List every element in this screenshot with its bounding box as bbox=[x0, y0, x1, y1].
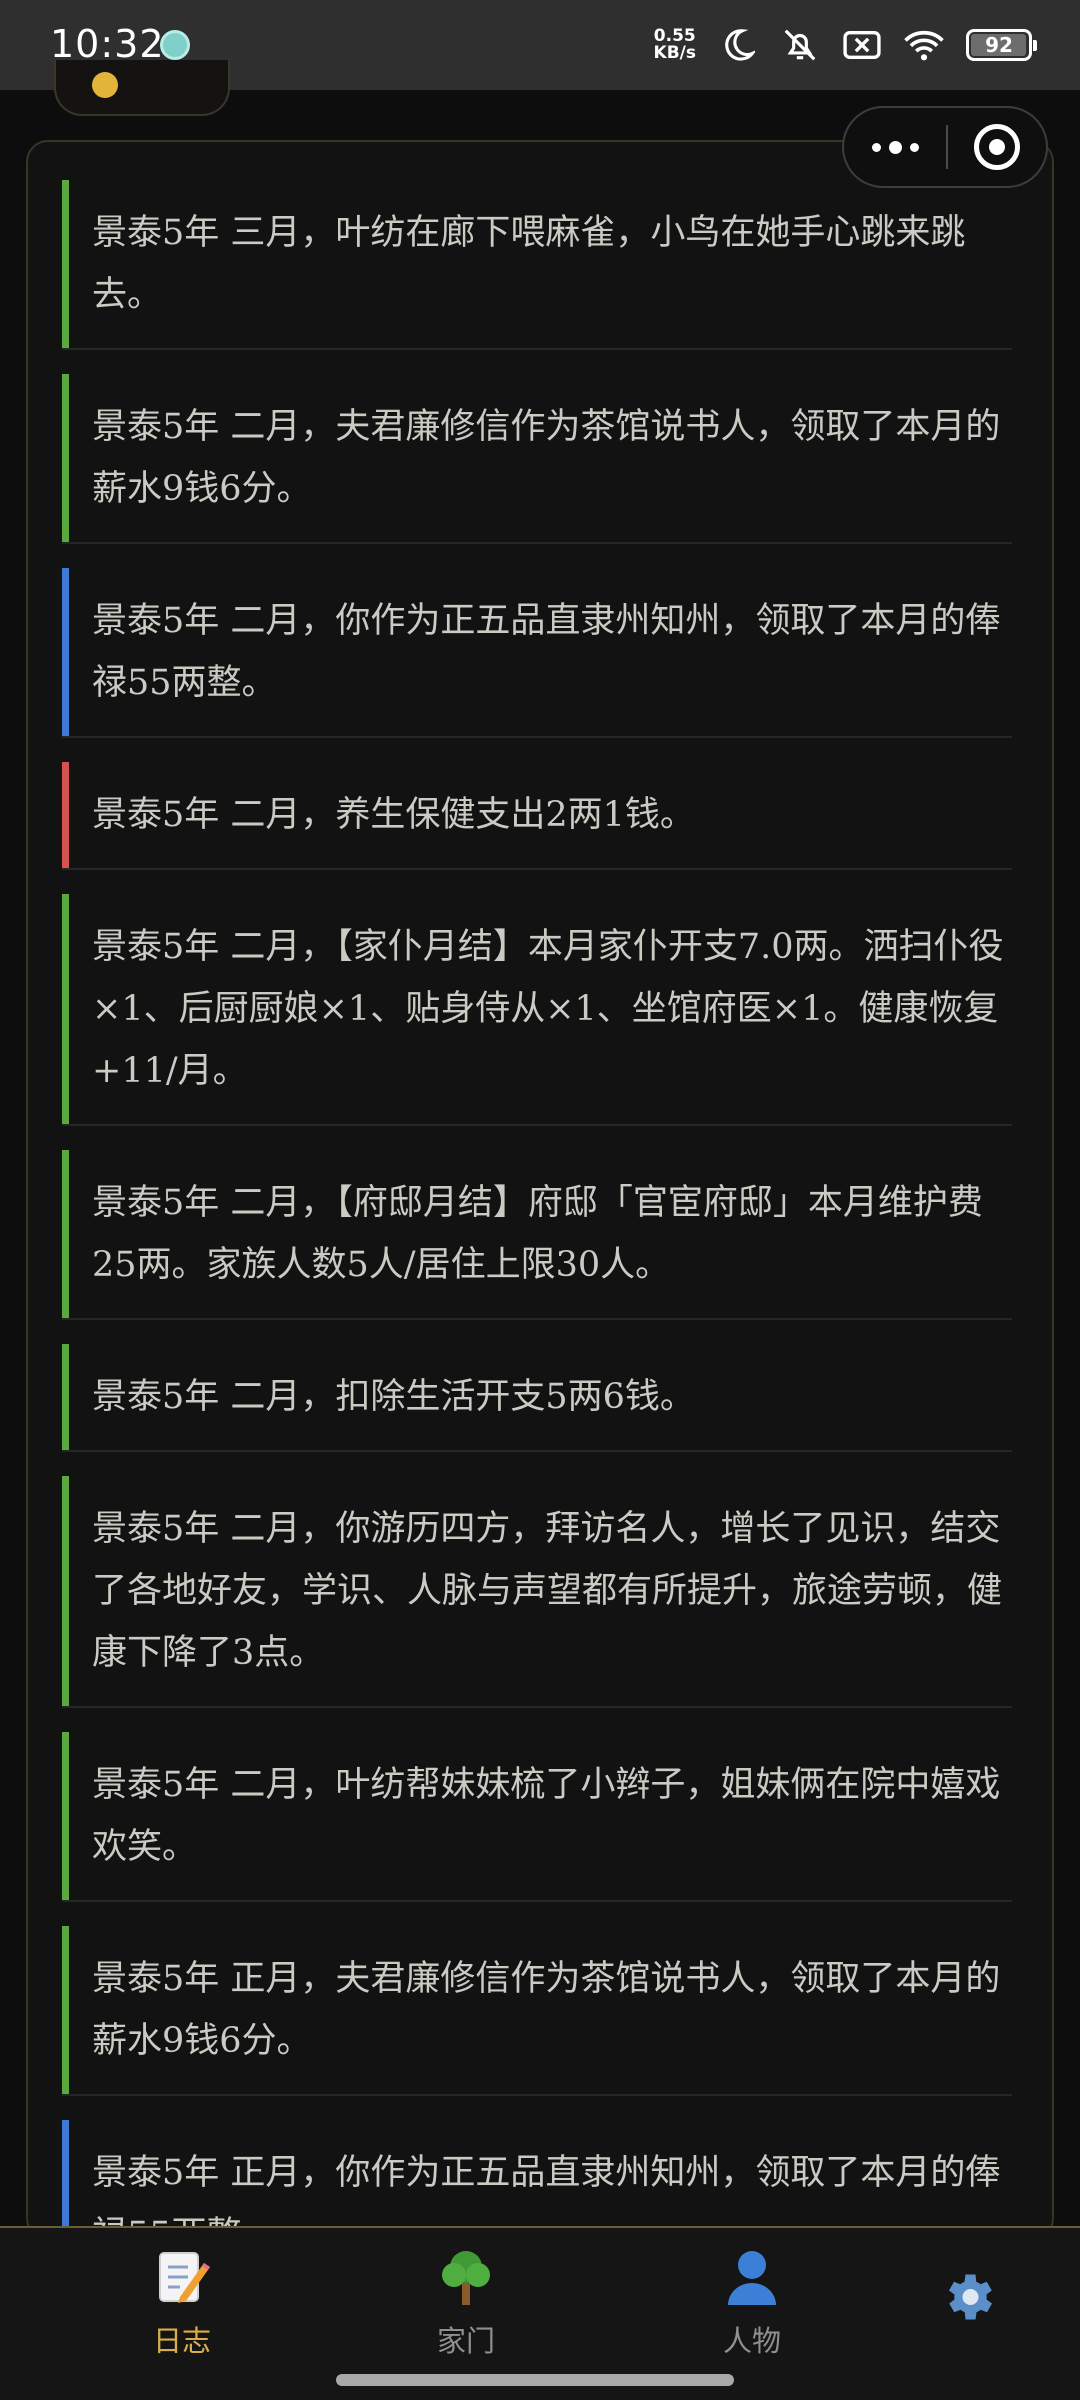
nav-label-people: 人物 bbox=[722, 2324, 781, 2358]
nav-label-log: 日志 bbox=[152, 2324, 211, 2358]
memo-icon bbox=[154, 2246, 210, 2308]
log-panel[interactable]: 景泰5年 三月，叶纺在廊下喂麻雀，小鸟在她手心跳来跳去。 景泰5年 二月，夫君廉修… bbox=[26, 140, 1054, 2240]
target-icon bbox=[974, 124, 1020, 170]
log-entry: 景泰5年 二月，【府邸月结】府邸「官宦府邸」本月维护费25两。家族人数5人/居住… bbox=[62, 1150, 1012, 1320]
status-icons: 0.55 KB/s 92 bbox=[654, 22, 1037, 68]
nav-item-family[interactable]: 家门 bbox=[386, 2246, 546, 2360]
person-icon bbox=[724, 2246, 780, 2308]
mute-icon bbox=[780, 25, 820, 65]
top-pill-partial[interactable] bbox=[54, 60, 230, 116]
miniprogram-capsule bbox=[842, 106, 1048, 188]
log-list: 景泰5年 三月，叶纺在廊下喂麻雀，小鸟在她手心跳来跳去。 景泰5年 二月，夫君廉修… bbox=[28, 142, 1052, 2238]
moon-icon bbox=[718, 25, 758, 65]
log-entry: 景泰5年 二月，养生保健支出2两1钱。 bbox=[62, 762, 1012, 870]
net-speed: 0.55 KB/s bbox=[654, 28, 696, 62]
log-entry: 景泰5年 二月，叶纺帮妹妹梳了小辫子，姐妹俩在院中嬉戏欢笑。 bbox=[62, 1732, 1012, 1902]
nav-item-people[interactable]: 人物 bbox=[672, 2246, 832, 2360]
app-screen: 10:32 0.55 KB/s 92 景泰5年 三月，叶纺在廊下喂麻雀，小鸟在她… bbox=[0, 0, 1080, 2400]
nav-item-settings[interactable] bbox=[888, 2266, 1048, 2328]
bottom-nav: 日志 家门 人物 bbox=[0, 2226, 1080, 2400]
log-entry: 景泰5年 二月，扣除生活开支5两6钱。 bbox=[62, 1344, 1012, 1452]
coin-icon bbox=[92, 72, 118, 98]
more-options-button[interactable] bbox=[844, 108, 946, 186]
wifi-icon bbox=[904, 25, 944, 65]
tree-icon bbox=[438, 2246, 494, 2308]
log-entry: 景泰5年 二月，夫君廉修信作为茶馆说书人，领取了本月的薪水9钱6分。 bbox=[62, 374, 1012, 544]
dot-icon bbox=[888, 140, 902, 154]
close-miniprogram-button[interactable] bbox=[948, 108, 1046, 186]
battery-icon: 92 bbox=[966, 29, 1037, 61]
home-indicator[interactable] bbox=[336, 2374, 734, 2386]
dot-icon bbox=[909, 142, 919, 152]
dot-icon bbox=[871, 142, 881, 152]
no-sim-icon bbox=[842, 25, 882, 65]
gear-icon bbox=[938, 2266, 998, 2328]
log-entry: 景泰5年 二月，你作为正五品直隶州知州，领取了本月的俸禄55两整。 bbox=[62, 568, 1012, 738]
nav-item-log[interactable]: 日志 bbox=[102, 2246, 262, 2360]
log-entry: 景泰5年 正月，你作为正五品直隶州知州，领取了本月的俸禄55两整。 bbox=[62, 2120, 1012, 2238]
nav-label-family: 家门 bbox=[436, 2324, 495, 2358]
log-entry: 景泰5年 二月，你游历四方，拜访名人，增长了见识，结交了各地好友，学识、人脉与声… bbox=[62, 1476, 1012, 1708]
log-entry: 景泰5年 三月，叶纺在廊下喂麻雀，小鸟在她手心跳来跳去。 bbox=[62, 180, 1012, 350]
app-notification-icon bbox=[160, 30, 190, 60]
log-entry: 景泰5年 二月，【家仆月结】本月家仆开支7.0两。洒扫仆役×1、后厨厨娘×1、贴… bbox=[62, 894, 1012, 1126]
battery-level: 92 bbox=[985, 33, 1013, 57]
net-speed-unit: KB/s bbox=[653, 43, 696, 63]
log-entry: 景泰5年 正月，夫君廉修信作为茶馆说书人，领取了本月的薪水9钱6分。 bbox=[62, 1926, 1012, 2096]
